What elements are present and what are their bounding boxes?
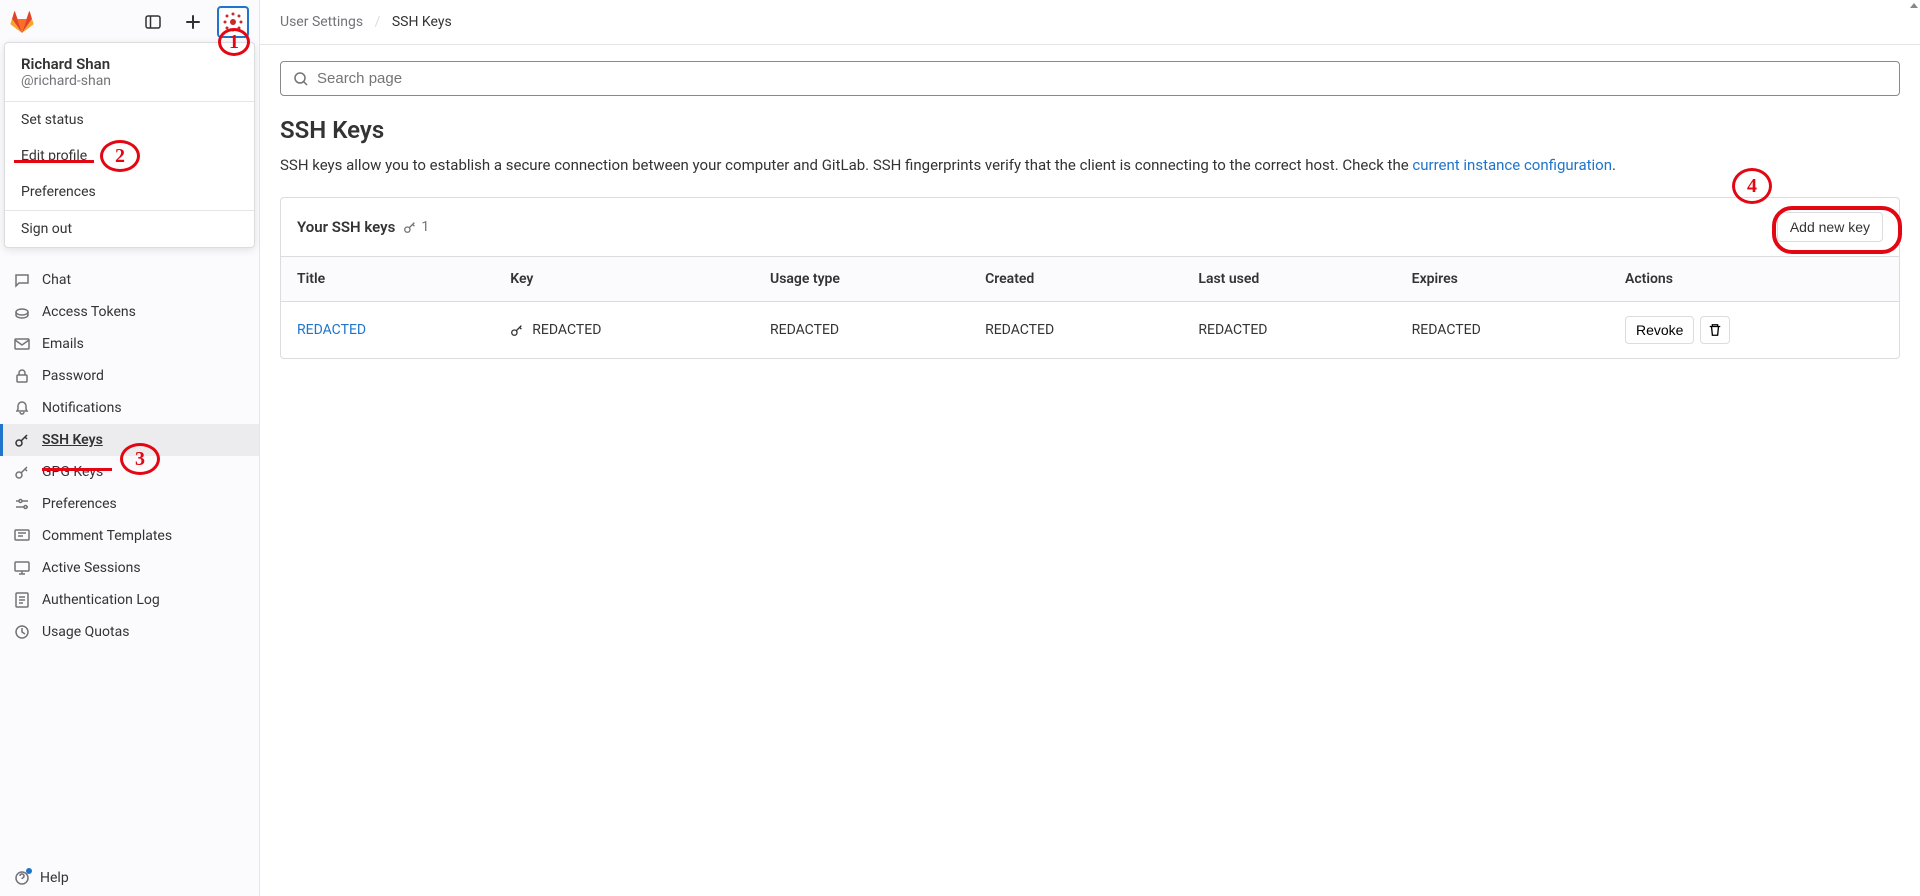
- breadcrumb-parent[interactable]: User Settings: [280, 14, 363, 30]
- user-name: Richard Shan: [21, 55, 238, 73]
- config-link[interactable]: current instance configuration: [1412, 156, 1612, 174]
- dropdown-sign-out[interactable]: Sign out: [5, 211, 254, 247]
- mail-icon: [14, 336, 30, 352]
- sidebar-toggle-icon[interactable]: [137, 6, 169, 38]
- sidebar-item-label: SSH Keys: [42, 432, 103, 448]
- sidebar-item-label: GPG Keys: [42, 464, 103, 480]
- key-icon: [14, 464, 30, 480]
- sidebar-item-access-tokens[interactable]: Access Tokens: [0, 296, 259, 328]
- scroll-up-indicator[interactable]: [1908, 0, 1920, 12]
- monitor-icon: [14, 560, 30, 576]
- dropdown-set-status[interactable]: Set status: [5, 102, 254, 138]
- breadcrumb: User Settings / SSH Keys: [260, 0, 1920, 45]
- key-icon: [14, 432, 30, 448]
- plus-icon[interactable]: [177, 6, 209, 38]
- sidebar-item-label: Active Sessions: [42, 560, 141, 576]
- quota-icon: [14, 624, 30, 640]
- dropdown-preferences[interactable]: Preferences: [5, 174, 254, 210]
- sidebar-item-preferences[interactable]: Preferences: [0, 488, 259, 520]
- key-value: REDACTED: [532, 322, 601, 338]
- sidebar-item-label: Authentication Log: [42, 592, 160, 608]
- add-new-key-button[interactable]: Add new key: [1777, 212, 1883, 242]
- key-icon: [403, 220, 417, 234]
- comment-icon: [14, 528, 30, 544]
- col-title: Title: [281, 257, 494, 302]
- sidebar-item-emails[interactable]: Emails: [0, 328, 259, 360]
- col-last-used: Last used: [1182, 257, 1395, 302]
- sidebar-help[interactable]: Help: [0, 860, 259, 896]
- last-used-value: REDACTED: [1182, 301, 1395, 358]
- expires-value: REDACTED: [1396, 301, 1609, 358]
- sidebar-item-ssh-keys[interactable]: SSH Keys: [0, 424, 259, 456]
- ssh-keys-table: Title Key Usage type Created Last used E…: [281, 257, 1899, 358]
- dropdown-edit-profile[interactable]: Edit profile: [5, 138, 254, 174]
- sidebar-item-label: Emails: [42, 336, 84, 352]
- log-icon: [14, 592, 30, 608]
- created-value: REDACTED: [969, 301, 1182, 358]
- sidebar-item-gpg-keys[interactable]: GPG Keys: [0, 456, 259, 488]
- dropdown-user-info: Richard Shan @richard-shan: [5, 43, 254, 102]
- panel-title: Your SSH keys: [297, 218, 395, 236]
- main-content: User Settings / SSH Keys SSH Keys SSH ke…: [260, 0, 1920, 896]
- sidebar-item-notifications[interactable]: Notifications: [0, 392, 259, 424]
- sidebar-item-label: Password: [42, 368, 104, 384]
- sidebar-item-auth-log[interactable]: Authentication Log: [0, 584, 259, 616]
- help-icon: [14, 870, 30, 886]
- key-icon: [510, 323, 524, 337]
- chat-icon: [14, 272, 30, 288]
- token-icon: [14, 304, 30, 320]
- sidebar-item-comment-templates[interactable]: Comment Templates: [0, 520, 259, 552]
- panel-header: Your SSH keys 1 Add new key: [281, 198, 1899, 257]
- user-dropdown: Richard Shan @richard-shan Set status Ed…: [4, 42, 255, 248]
- sidebar-item-active-sessions[interactable]: Active Sessions: [0, 552, 259, 584]
- table-row: REDACTED REDACTED REDACTED REDACTED REDA…: [281, 301, 1899, 358]
- sidebar-item-chat[interactable]: Chat: [0, 264, 259, 296]
- sliders-icon: [14, 496, 30, 512]
- sidebar-item-label: Notifications: [42, 400, 122, 416]
- sidebar-item-label: Access Tokens: [42, 304, 136, 320]
- sidebar-item-label: Usage Quotas: [42, 624, 129, 640]
- trash-icon: [1708, 323, 1722, 337]
- revoke-button[interactable]: Revoke: [1625, 316, 1694, 344]
- sidebar-item-password[interactable]: Password: [0, 360, 259, 392]
- ssh-keys-panel: Your SSH keys 1 Add new key Title Key Us…: [280, 197, 1900, 359]
- lock-icon: [14, 368, 30, 384]
- help-label: Help: [40, 870, 69, 886]
- usage-value: REDACTED: [754, 301, 969, 358]
- search-icon: [293, 71, 309, 87]
- search-input[interactable]: [317, 70, 1887, 87]
- bell-icon: [14, 400, 30, 416]
- sidebar-item-label: Chat: [42, 272, 71, 288]
- breadcrumb-current: SSH Keys: [392, 14, 452, 30]
- col-actions: Actions: [1609, 257, 1899, 302]
- sidebar-item-label: Preferences: [42, 496, 117, 512]
- delete-button[interactable]: [1700, 316, 1730, 344]
- col-key: Key: [494, 257, 754, 302]
- sidebar-header: [0, 0, 259, 44]
- page-title: SSH Keys: [280, 116, 1900, 144]
- user-handle: @richard-shan: [21, 73, 238, 89]
- gitlab-logo[interactable]: [10, 10, 34, 34]
- col-usage: Usage type: [754, 257, 969, 302]
- panel-count: 1: [403, 219, 429, 235]
- sidebar: Richard Shan @richard-shan Set status Ed…: [0, 0, 260, 896]
- col-expires: Expires: [1396, 257, 1609, 302]
- sidebar-item-label: Comment Templates: [42, 528, 172, 544]
- col-created: Created: [969, 257, 1182, 302]
- key-title-link[interactable]: REDACTED: [297, 322, 366, 338]
- sidebar-item-usage-quotas[interactable]: Usage Quotas: [0, 616, 259, 648]
- page-description: SSH keys allow you to establish a secure…: [280, 154, 1900, 177]
- user-avatar-button[interactable]: [217, 6, 249, 38]
- breadcrumb-separator: /: [375, 14, 381, 30]
- search-box[interactable]: [280, 61, 1900, 96]
